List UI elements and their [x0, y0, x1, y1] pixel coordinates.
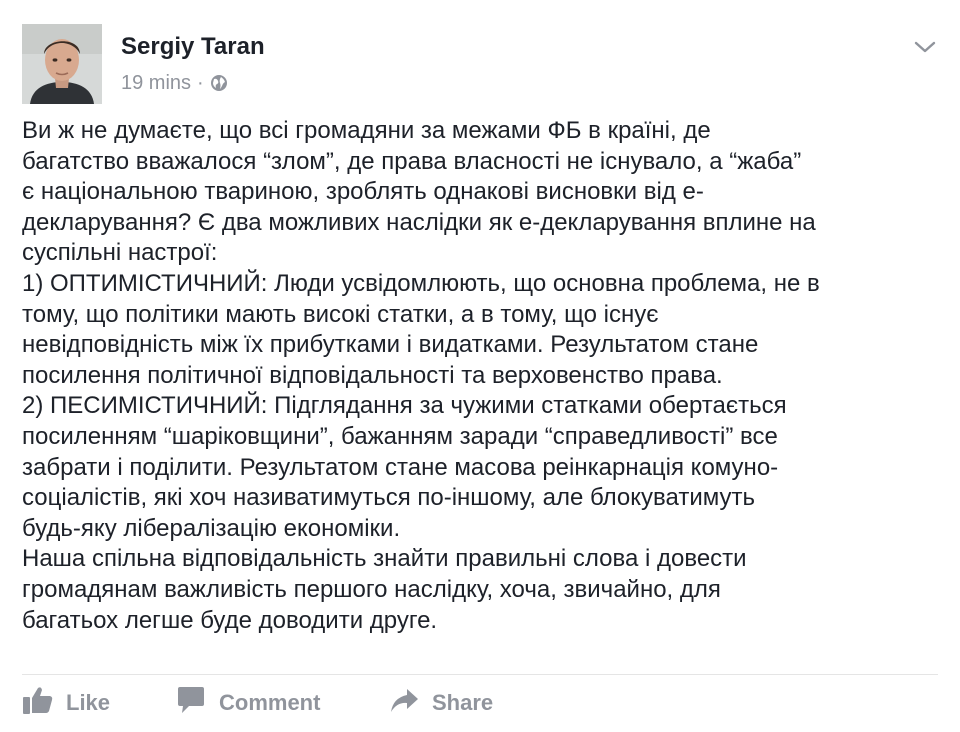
- post-body-line: 1) ОПТИМІСТИЧНИЙ: Люди усвідомлюють, що …: [22, 269, 820, 297]
- share-arrow-icon: [388, 685, 420, 721]
- post-body-line: громадянам важливість першого наслідку, …: [22, 575, 721, 603]
- chevron-down-icon[interactable]: [912, 36, 938, 58]
- comment-button[interactable]: Comment: [175, 686, 320, 720]
- post-body-line: багатство вважалося “злом”, де права вла…: [22, 147, 802, 175]
- like-label: Like: [66, 690, 111, 715]
- avatar-photo: [22, 24, 102, 104]
- post-body-line: невідповідність між їх прибутками і вида…: [22, 331, 759, 359]
- post-body-line: посиленням “шаріковщини”, бажанням зарад…: [22, 422, 778, 450]
- globe-icon[interactable]: [210, 74, 228, 92]
- post-meta: 19 mins ·: [121, 70, 228, 96]
- post-timestamp[interactable]: 19 mins: [121, 72, 191, 95]
- post-body-line: посилення політичної відповідальності та…: [22, 361, 723, 389]
- post-body-line: багатьох легше буде доводити друге.: [22, 606, 438, 634]
- author-avatar[interactable]: [22, 24, 102, 104]
- share-label: Share: [432, 690, 494, 715]
- post-body-line: Наша спільна відповідальність знайти пра…: [22, 545, 747, 573]
- post-body-line: будь-яку лібералізацію економіки.: [22, 514, 401, 542]
- like-button[interactable]: Like: [22, 686, 110, 720]
- post-body-line: забрати і поділити. Результатом стане ма…: [22, 453, 779, 481]
- post-body: Ви ж не думаєте, що всі громадяни за меж…: [22, 116, 947, 636]
- post-body-line: суспільні настрої:: [22, 239, 218, 267]
- speech-bubble-icon: [175, 685, 207, 721]
- author-name[interactable]: Sergiy Taran: [121, 33, 265, 61]
- thumbs-up-icon: [22, 685, 54, 721]
- meta-separator: ·: [197, 71, 204, 94]
- post-body-line: 2) ПЕСИМІСТИЧНИЙ: Підглядання за чужими …: [22, 392, 787, 420]
- actions-divider: [22, 674, 938, 675]
- post-body-line: декларування? Є два можливих наслідки як…: [22, 208, 816, 236]
- post-body-line: Ви ж не думаєте, що всі громадяни за меж…: [22, 117, 711, 144]
- post-body-line: тому, що політики мають високі статки, а…: [22, 300, 659, 328]
- facebook-post: Sergiy Taran 19 mins · Ви ж не думаєте, …: [0, 0, 960, 732]
- post-body-line: є національною твариною, зроблять однако…: [22, 178, 704, 206]
- comment-label: Comment: [219, 690, 321, 715]
- share-button[interactable]: Share: [388, 686, 493, 720]
- post-body-line: соціалістів, які хоч називатимуться по-і…: [22, 484, 755, 512]
